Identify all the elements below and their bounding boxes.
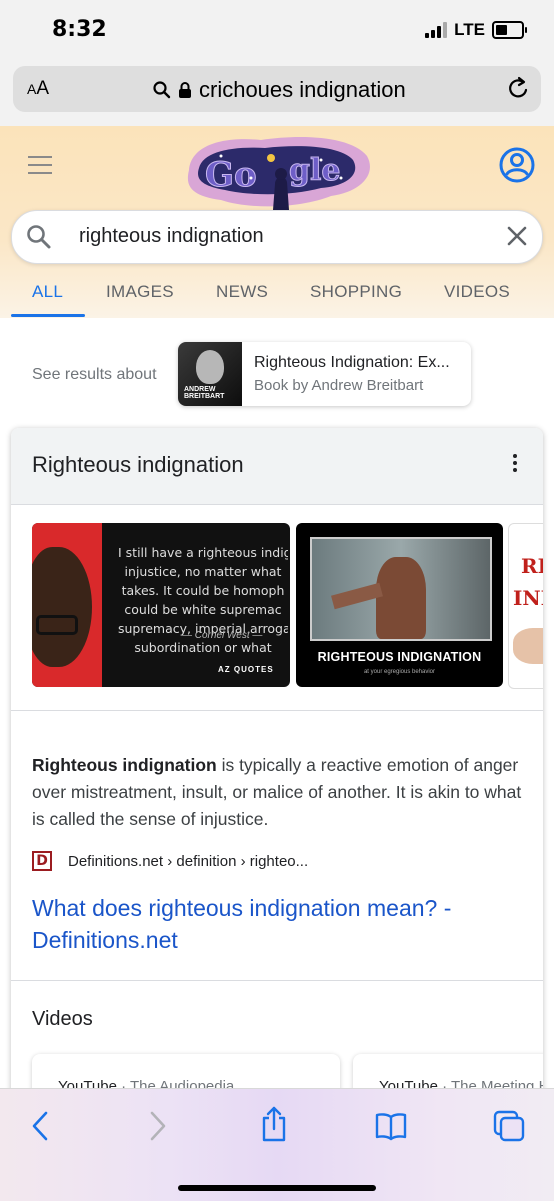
poster-person xyxy=(376,557,426,639)
book-subtitle: Book by Andrew Breitbart xyxy=(254,377,424,394)
forward-icon[interactable] xyxy=(146,1109,168,1143)
hamburger-menu-icon[interactable] xyxy=(28,156,52,180)
quote-watermark: AZ QUOTES xyxy=(218,665,274,674)
network-label: LTE xyxy=(454,20,485,39)
description: Righteous indignation is typically a rea… xyxy=(32,752,522,833)
book-thumbnail: ANDREW BREITBART xyxy=(178,342,242,406)
search-tabs: ALL IMAGES NEWS SHOPPING VIDEOS xyxy=(0,276,554,318)
account-icon[interactable] xyxy=(498,146,536,184)
clear-icon[interactable] xyxy=(506,225,528,247)
search-icon xyxy=(153,81,171,99)
more-options-icon[interactable] xyxy=(513,454,517,475)
tabs-icon[interactable] xyxy=(492,1109,526,1143)
quote-line: takes. It could be homoph xyxy=(121,583,285,598)
search-input[interactable]: righteous indignation xyxy=(79,225,264,248)
knowledge-panel-title: Righteous indignation xyxy=(32,452,244,477)
author-photo xyxy=(196,350,224,384)
divider xyxy=(11,980,543,981)
google-doodle[interactable]: Go gle xyxy=(181,130,373,212)
result-link[interactable]: What does righteous indignation mean? - … xyxy=(32,892,502,956)
back-icon[interactable] xyxy=(30,1109,52,1143)
tab-videos[interactable]: VIDEOS xyxy=(444,282,510,302)
image-result-poster[interactable]: RIGHTEOUS INDIGNATION at your egregious … xyxy=(296,523,503,687)
quote-line: injustice, no matter what xyxy=(124,564,282,579)
quote-image-glasses xyxy=(36,615,78,635)
definitions-logo: D xyxy=(32,851,52,871)
book-title: Righteous Indignation: Ex... xyxy=(254,354,450,371)
book-thumb-text: ANDREW BREITBART xyxy=(184,386,225,400)
book-icon[interactable] xyxy=(374,1111,408,1141)
description-term: Righteous indignation xyxy=(32,755,217,775)
lock-icon xyxy=(179,82,191,98)
quote-signature: — Cornel West — xyxy=(182,630,263,641)
home-indicator xyxy=(178,1185,376,1191)
partial-image-text-1: RI xyxy=(521,554,543,578)
battery-level xyxy=(496,25,507,35)
poster-subcaption: at your egregious behavior xyxy=(363,669,436,675)
partial-image-text-2: IND xyxy=(513,586,543,610)
svg-text:Go: Go xyxy=(205,155,257,195)
partial-image-fist xyxy=(513,628,543,664)
status-indicators: LTE xyxy=(425,20,527,40)
text-size-button[interactable]: AA xyxy=(27,78,49,100)
search-icon[interactable] xyxy=(26,224,52,250)
image-carousel: I still have a righteous indig injustice… xyxy=(32,523,543,689)
book-result-card[interactable]: ANDREW BREITBART Righteous Indignation: … xyxy=(178,342,471,406)
reload-icon[interactable] xyxy=(507,76,531,102)
source-breadcrumb: Definitions.net › definition › righteo..… xyxy=(68,852,309,870)
share-icon[interactable] xyxy=(260,1105,288,1143)
text-size-small: A xyxy=(27,81,37,97)
poster-photo xyxy=(310,537,492,641)
active-tab-indicator xyxy=(11,314,85,317)
status-bar: 8:32 LTE xyxy=(0,0,554,62)
signal-icon xyxy=(425,22,448,38)
url-display[interactable]: crichoues indignation xyxy=(153,77,406,103)
browser-toolbar xyxy=(0,1088,554,1201)
address-bar[interactable]: AA crichoues indignation xyxy=(13,66,541,112)
search-box[interactable]: righteous indignation xyxy=(11,210,543,264)
status-time: 8:32 xyxy=(52,17,107,42)
videos-heading: Videos xyxy=(32,1008,93,1030)
tab-images[interactable]: IMAGES xyxy=(106,282,174,302)
svg-text:gle: gle xyxy=(289,153,340,188)
tab-news[interactable]: NEWS xyxy=(216,282,268,302)
image-result-partial[interactable]: RI IND xyxy=(508,523,543,689)
google-header: Go gle righteous indignation ALL IMAGES … xyxy=(0,126,554,318)
image-result-quote[interactable]: I still have a righteous indig injustice… xyxy=(32,523,290,687)
battery-icon xyxy=(492,21,527,39)
poster-caption: RIGHTEOUS INDIGNATION xyxy=(317,650,482,664)
divider xyxy=(11,710,543,711)
text-size-large: A xyxy=(36,78,50,99)
tab-shopping[interactable]: SHOPPING xyxy=(310,282,402,302)
quote-line: could be white supremac xyxy=(124,602,282,617)
knowledge-panel-header: Righteous indignation xyxy=(11,428,543,505)
knowledge-panel: Righteous indignation I still have a rig… xyxy=(11,428,543,1128)
tab-all[interactable]: ALL xyxy=(32,282,63,302)
browser-address-area: AA crichoues indignation xyxy=(0,62,554,126)
source-line[interactable]: D Definitions.net › definition › righteo… xyxy=(32,851,308,871)
url-text: crichoues indignation xyxy=(199,77,406,102)
quote-line: I still have a righteous indig xyxy=(118,545,288,560)
see-results-label: See results about xyxy=(32,366,157,383)
